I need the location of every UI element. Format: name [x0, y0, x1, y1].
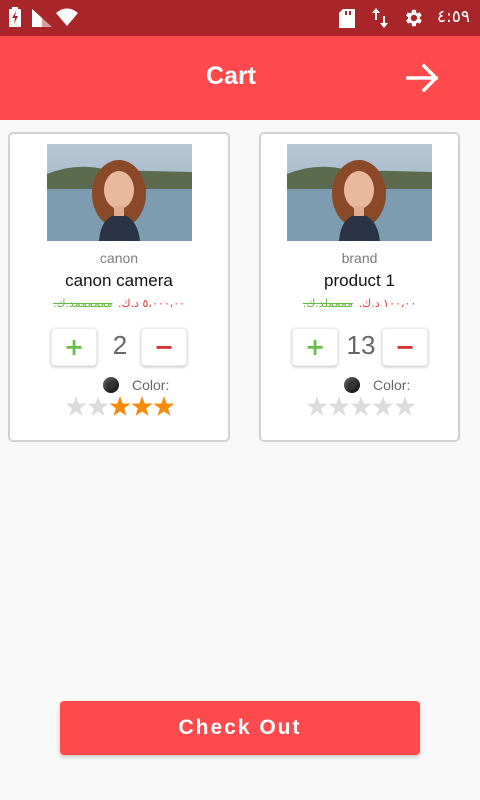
star-icon[interactable] [65, 396, 87, 416]
product-brand: brand [341, 250, 378, 266]
quantity-value: 13 [346, 330, 376, 360]
signal-icon [32, 9, 52, 27]
decrease-quantity-button[interactable]: − [141, 328, 187, 366]
product-prices: ٥،٠٠٠،٠٠ د.ك. ممممممد.ك. [10, 297, 228, 310]
star-icon[interactable] [350, 396, 372, 416]
color-swatch [103, 377, 119, 393]
color-label: Color: [373, 377, 411, 393]
product-image [47, 144, 192, 241]
sd-card-icon [339, 9, 355, 28]
wifi-icon [56, 8, 78, 26]
star-icon[interactable] [131, 396, 153, 416]
status-time: ٤:٥٩ [436, 7, 470, 27]
star-icon[interactable] [87, 396, 109, 416]
decrease-quantity-button[interactable]: − [382, 328, 428, 366]
status-bar: ٤:٥٩ [0, 0, 480, 36]
star-icon[interactable] [109, 396, 131, 416]
increase-quantity-button[interactable]: + [292, 328, 338, 366]
star-icon[interactable] [328, 396, 350, 416]
product-card[interactable]: canon canon camera ٥،٠٠٠،٠٠ د.ك. ممممممد… [8, 132, 230, 442]
star-icon[interactable] [394, 396, 416, 416]
checkout-button[interactable]: Check Out [60, 701, 420, 755]
arrow-right-icon[interactable] [406, 63, 440, 93]
product-price: ١٠٠،٠٠ د.ك. [358, 297, 417, 310]
quantity-value: 2 [112, 330, 128, 360]
product-old-price: ممممممد.ك. [52, 297, 113, 310]
rating-stars[interactable] [65, 394, 180, 420]
settings-icon [406, 9, 422, 27]
data-transfer-icon [372, 8, 388, 28]
page-title: Cart [205, 62, 256, 90]
product-old-price: مممملد.ك. [302, 297, 354, 310]
rating-stars[interactable] [306, 394, 421, 420]
color-swatch [344, 377, 360, 393]
star-icon[interactable] [153, 396, 175, 416]
app-bar: Cart [0, 36, 480, 120]
star-icon[interactable] [306, 396, 328, 416]
product-name: product 1 [324, 271, 395, 290]
battery-charging-icon [9, 7, 21, 27]
product-name: canon camera [65, 271, 173, 290]
product-prices: ١٠٠،٠٠ د.ك. مممملد.ك. [261, 297, 458, 310]
color-label: Color: [132, 377, 170, 393]
increase-quantity-button[interactable]: + [51, 328, 97, 366]
product-brand: canon [99, 250, 139, 266]
product-card[interactable]: brand product 1 ١٠٠،٠٠ د.ك. مممملد.ك. + … [259, 132, 460, 442]
product-price: ٥،٠٠٠،٠٠ د.ك. [118, 297, 186, 310]
star-icon[interactable] [372, 396, 394, 416]
product-image [287, 144, 432, 241]
